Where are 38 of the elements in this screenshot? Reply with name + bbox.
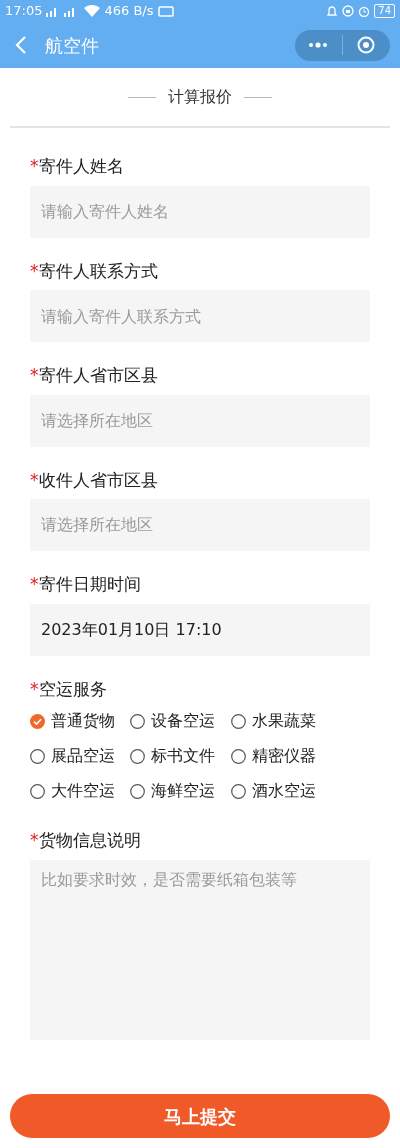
section-title: 计算报价 (168, 86, 232, 108)
text-field[interactable]: 请输入寄件人姓名 (30, 185, 370, 238)
lock-icon (342, 5, 355, 17)
required-asterisk: * (30, 573, 39, 596)
field-label: 空运服务 (38, 677, 107, 701)
wifi-icon (84, 5, 101, 17)
radio-option[interactable]: 水果蔬菜 (231, 708, 331, 734)
radio-option[interactable]: 标书文件 (130, 743, 231, 769)
required-asterisk: * (30, 677, 39, 701)
description-field[interactable]: 比如要求时效，是否需要纸箱包装等 (30, 859, 370, 1040)
field-label: 寄件日期时间 (38, 573, 141, 596)
required-asterisk: * (30, 364, 39, 387)
radio-option[interactable]: 大件空运 (30, 778, 130, 804)
radio-option[interactable]: 酒水空运 (231, 778, 331, 804)
bell-icon (326, 5, 339, 17)
back-icon[interactable] (15, 36, 27, 54)
required-asterisk: * (30, 155, 39, 178)
field-label: 货物信息说明 (38, 829, 141, 852)
more-icon[interactable] (308, 42, 328, 48)
field-label: 寄件人姓名 (38, 155, 124, 178)
page-title: 航空件 (45, 33, 99, 58)
network-speed: 466 B/s (104, 2, 154, 21)
status-time: 17:05 (5, 2, 43, 21)
radio-option[interactable]: 设备空运 (130, 708, 231, 734)
text-field[interactable]: 请输入寄件人联系方式 (30, 290, 370, 342)
radio-option[interactable]: 精密仪器 (231, 743, 331, 769)
radio-option[interactable]: 海鲜空运 (130, 778, 231, 804)
required-asterisk: * (30, 829, 39, 852)
radio-option[interactable]: 普通货物 (30, 708, 130, 734)
required-asterisk: * (30, 468, 39, 492)
field-label: 寄件人省市区县 (38, 364, 158, 387)
field-label: 寄件人联系方式 (38, 259, 158, 283)
date-picker[interactable]: 2023年01月10日 17:10 (30, 603, 370, 656)
radio-option[interactable]: 展品空运 (30, 743, 130, 769)
required-asterisk: * (30, 259, 39, 283)
battery-indicator: 74 (374, 4, 395, 18)
field-label: 收件人省市区县 (38, 468, 158, 492)
alarm-icon (358, 5, 371, 17)
